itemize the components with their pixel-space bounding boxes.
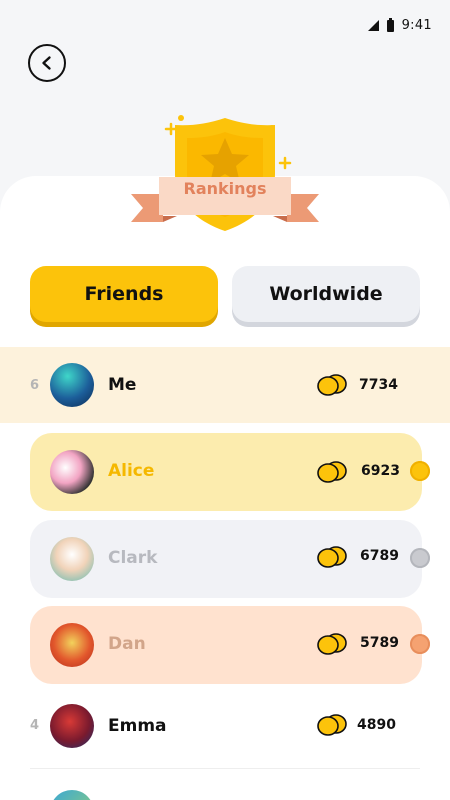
player-name: Emma [108, 716, 167, 736]
avatar [50, 704, 94, 748]
silver-medal-icon [410, 548, 430, 568]
score: 6923 [361, 463, 400, 479]
rank-number: 6 [30, 378, 40, 393]
shield-icon [131, 115, 319, 231]
status-icons: 9:41 [367, 17, 432, 33]
avatar [50, 363, 94, 407]
leaderboard-item[interactable]: 4 Emma 4890 [0, 688, 450, 764]
player-name: Dan [108, 634, 146, 654]
badge-label: Rankings [183, 179, 267, 198]
coins-icon [317, 714, 347, 736]
divider [30, 768, 420, 769]
bronze-medal-icon [410, 634, 430, 654]
rankings-badge: Rankings [125, 112, 325, 237]
player-name: Me [108, 375, 137, 395]
player-name: Clark [108, 548, 158, 568]
score: 5789 [360, 635, 399, 651]
leaderboard-item[interactable]: Dan 5789 [30, 606, 430, 684]
status-time: 9:41 [401, 18, 432, 33]
coins-icon [317, 546, 347, 568]
player-name: Alice [108, 461, 155, 481]
leaderboard-item[interactable]: Clark 6789 [30, 520, 430, 598]
tab-worldwide[interactable]: Worldwide [232, 266, 420, 322]
battery-icon [386, 17, 394, 32]
coins-icon [317, 461, 347, 483]
tab-bar: Friends Worldwide [30, 266, 420, 324]
chevron-left-icon [42, 56, 51, 70]
tab-friends[interactable]: Friends [30, 266, 218, 322]
back-button[interactable] [28, 44, 66, 82]
coins-icon [317, 633, 347, 655]
current-user-row[interactable]: 6 Me 7734 [0, 347, 450, 423]
status-bar: 9:41 [0, 0, 450, 44]
gold-medal-icon [410, 461, 430, 481]
coins-icon [317, 374, 347, 396]
avatar [50, 623, 94, 667]
leaderboard-item[interactable]: Alice 6923 [30, 433, 430, 511]
rank-number: 4 [30, 718, 40, 733]
score: 6789 [360, 548, 399, 564]
avatar [50, 450, 94, 494]
score: 7734 [359, 377, 398, 393]
avatar [50, 537, 94, 581]
signal-icon [367, 20, 379, 31]
score: 4890 [357, 717, 396, 733]
